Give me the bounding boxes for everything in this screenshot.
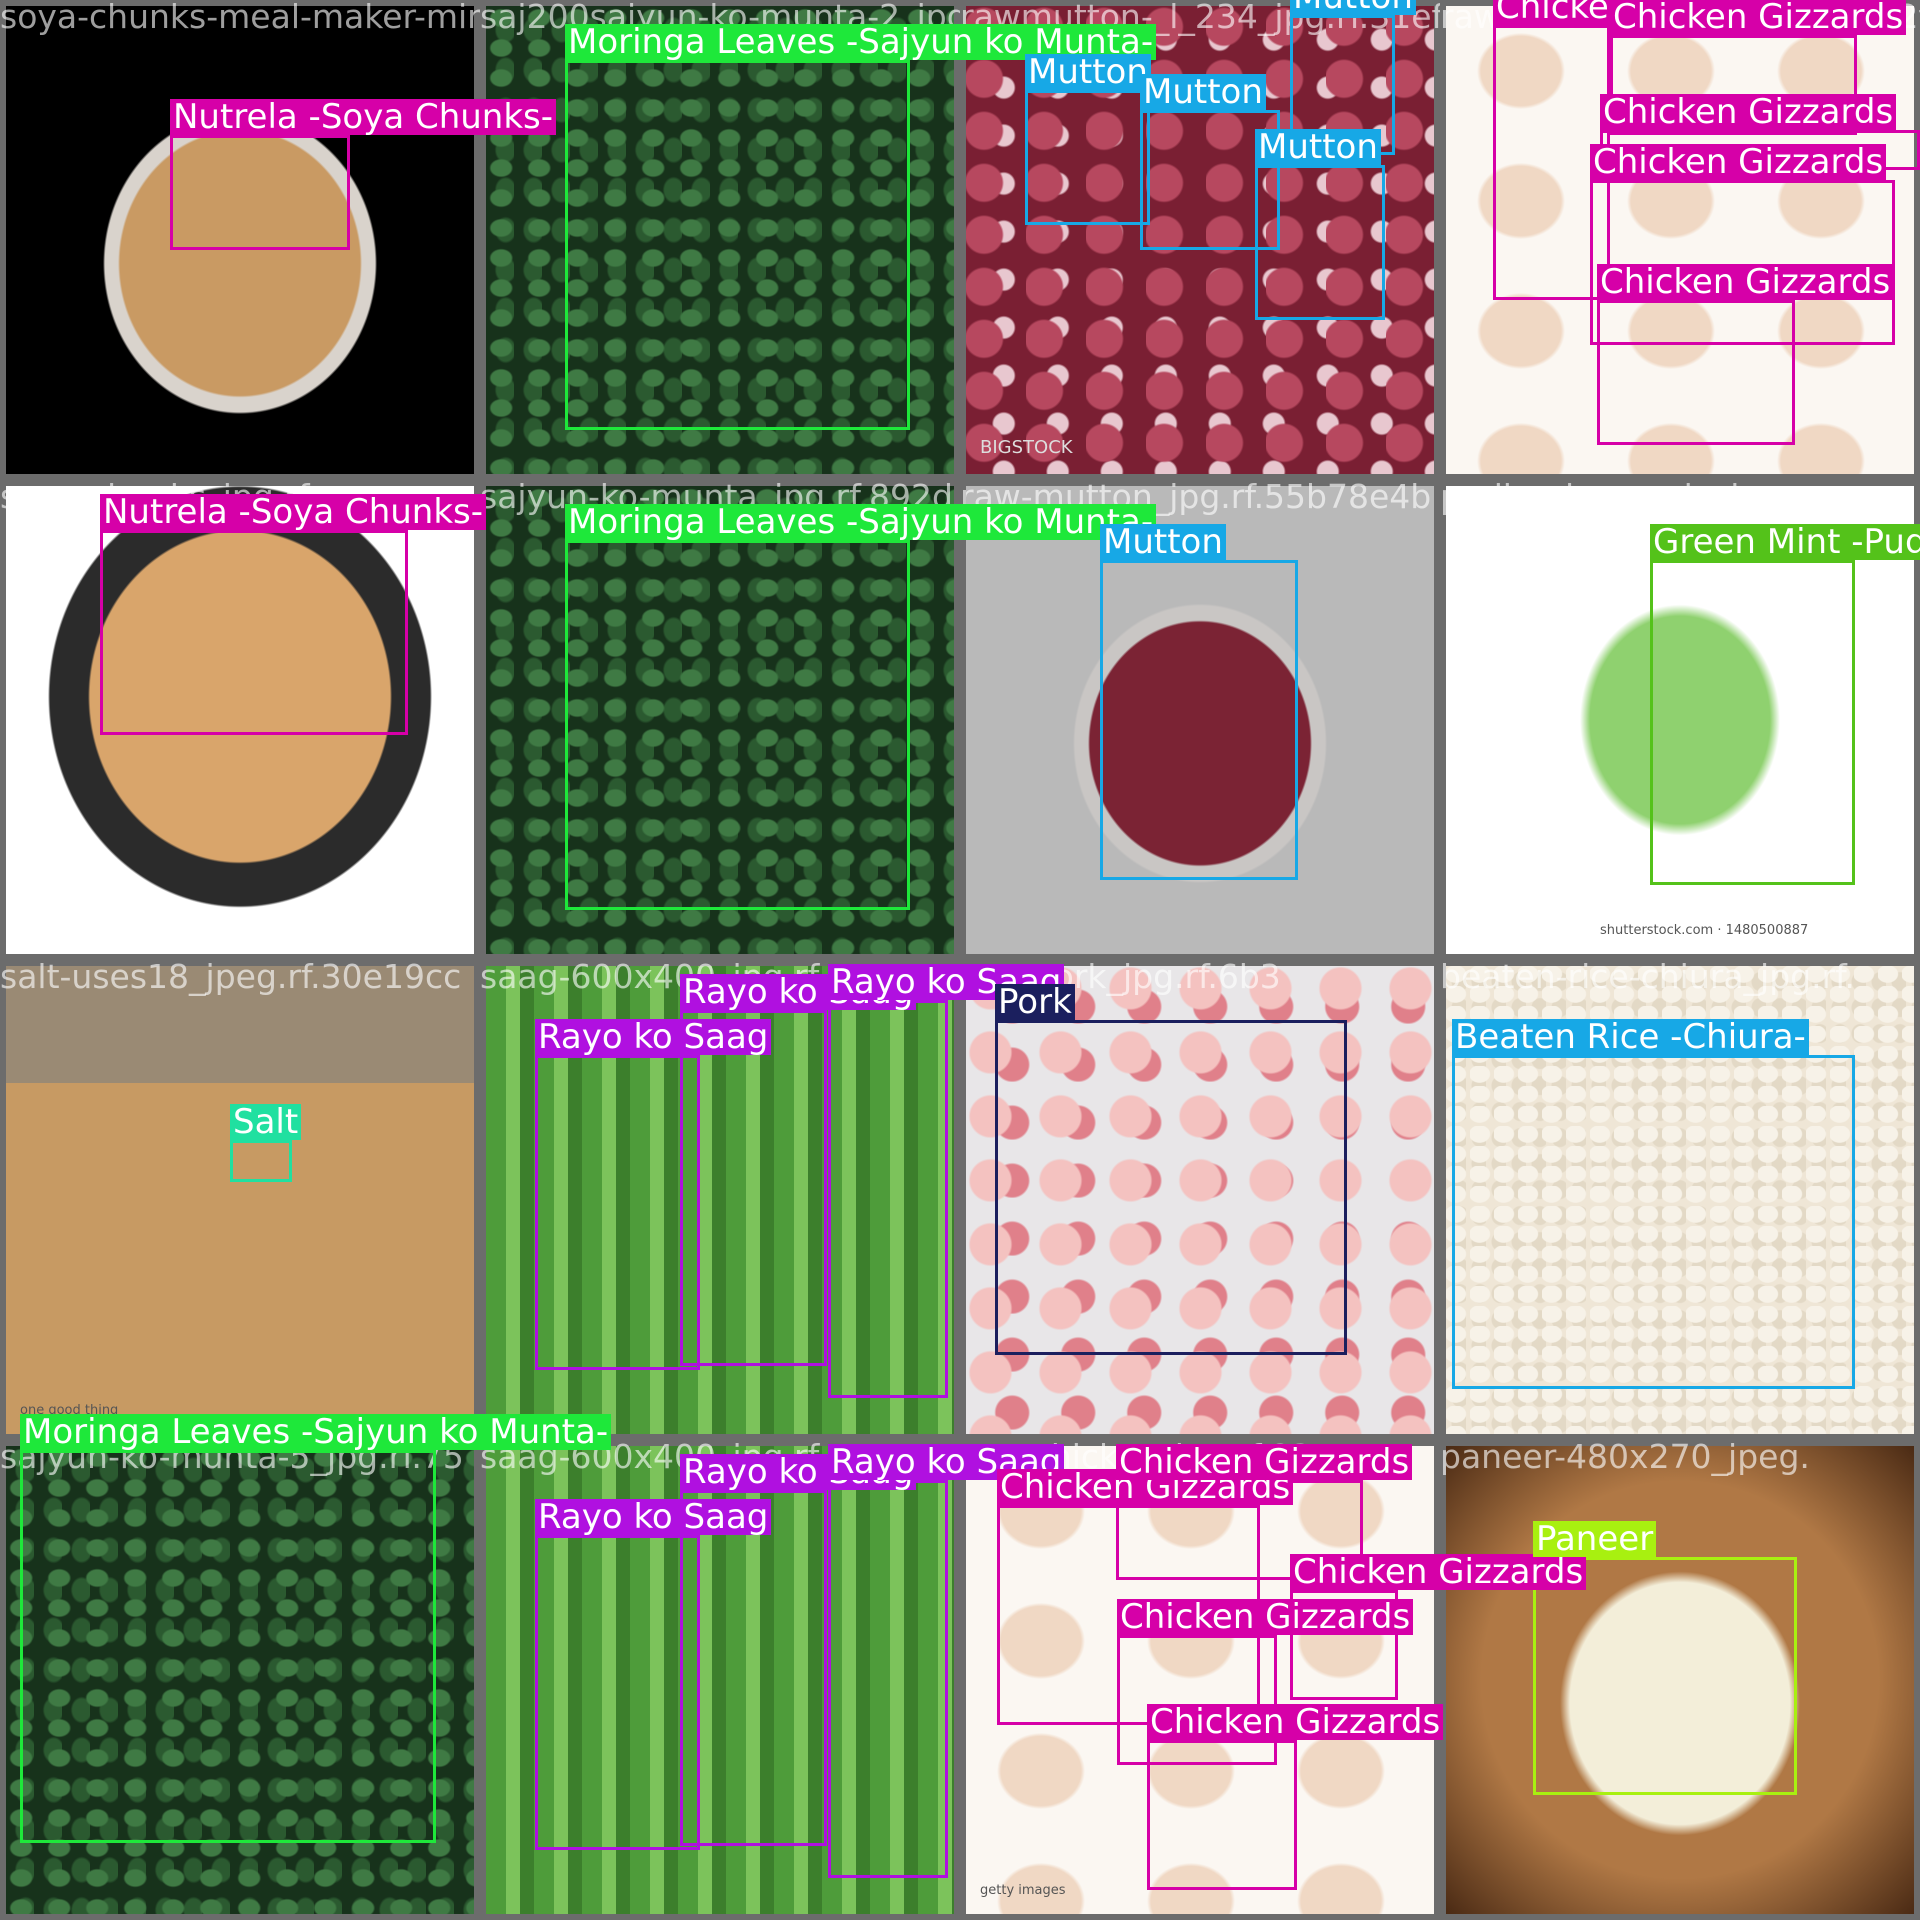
box-label: Beaten Rice -Chiura- (1452, 1019, 1809, 1055)
box-label: Chicken Gizzards (1590, 144, 1887, 180)
box-label: Mutton (1255, 129, 1381, 165)
box-label: Mutton (1100, 524, 1226, 560)
box-label: Nutrela -Soya Chunks- (170, 99, 557, 135)
box-label: Moringa Leaves -Sajyun ko Munta- (20, 1414, 612, 1450)
bounding-box (20, 1450, 436, 1843)
bounding-box (565, 60, 910, 430)
box-label: Moringa Leaves -Sajyun ko Munta- (565, 504, 1157, 540)
box-label: Rayo ko Saag (535, 1499, 772, 1535)
bounding-box (565, 540, 910, 910)
bounding-box (680, 1010, 827, 1366)
box-label: Chicken Gizzards (1600, 94, 1897, 130)
bounding-box (100, 530, 408, 735)
box-label: Chicken Gizzards (1610, 0, 1907, 35)
box-label: Chicken Gizzards (1597, 264, 1894, 300)
bounding-box (1025, 90, 1150, 225)
bounding-box (828, 1000, 948, 1398)
box-label: Chicken Gizzards (1290, 1554, 1587, 1590)
bounding-box (995, 1020, 1347, 1355)
bounding-box (680, 1490, 827, 1846)
bounding-box (1650, 560, 1855, 885)
bounding-box (230, 1140, 292, 1182)
box-label: Mutton (1140, 74, 1266, 110)
bounding-box (535, 1055, 700, 1370)
bounding-box (1533, 1557, 1797, 1795)
detection-mosaic: soya-chunks-meal-maker-min_jpg.rf.Nutrel… (0, 0, 1920, 1920)
watermark-text: shutterstock.com · 1480500887 (1600, 923, 1809, 938)
box-label: Green Mint -Pudina- (1650, 524, 1920, 560)
bounding-box (535, 1535, 700, 1850)
box-label: Mutton (1025, 54, 1151, 90)
bounding-box (170, 135, 350, 250)
watermark-text: BIGSTOCK (980, 437, 1073, 458)
bounding-box (1597, 300, 1795, 445)
box-label: Chicken Gizzards (1117, 1599, 1414, 1635)
box-label: Nutrela -Soya Chunks- (100, 494, 487, 530)
photo (6, 966, 474, 1434)
box-label: Rayo ko Saag (535, 1019, 772, 1055)
image-tile: salt-uses18_jpeg.rf.30e19cc one good thin… (0, 960, 480, 1440)
bounding-box (828, 1480, 948, 1878)
bounding-box (1255, 165, 1385, 320)
box-label: Chicken Gizzards (1147, 1704, 1444, 1740)
box-label: Salt (230, 1104, 302, 1140)
bounding-box (1100, 560, 1298, 880)
box-label: Chicken Gizzards (1116, 1444, 1413, 1480)
box-label: Pork (995, 984, 1075, 1020)
bounding-box (1147, 1740, 1297, 1890)
bounding-box (1452, 1055, 1855, 1389)
box-label: Mutton (1290, 0, 1416, 15)
box-label: Paneer (1533, 1521, 1657, 1557)
watermark-text: getty images (980, 1883, 1066, 1898)
